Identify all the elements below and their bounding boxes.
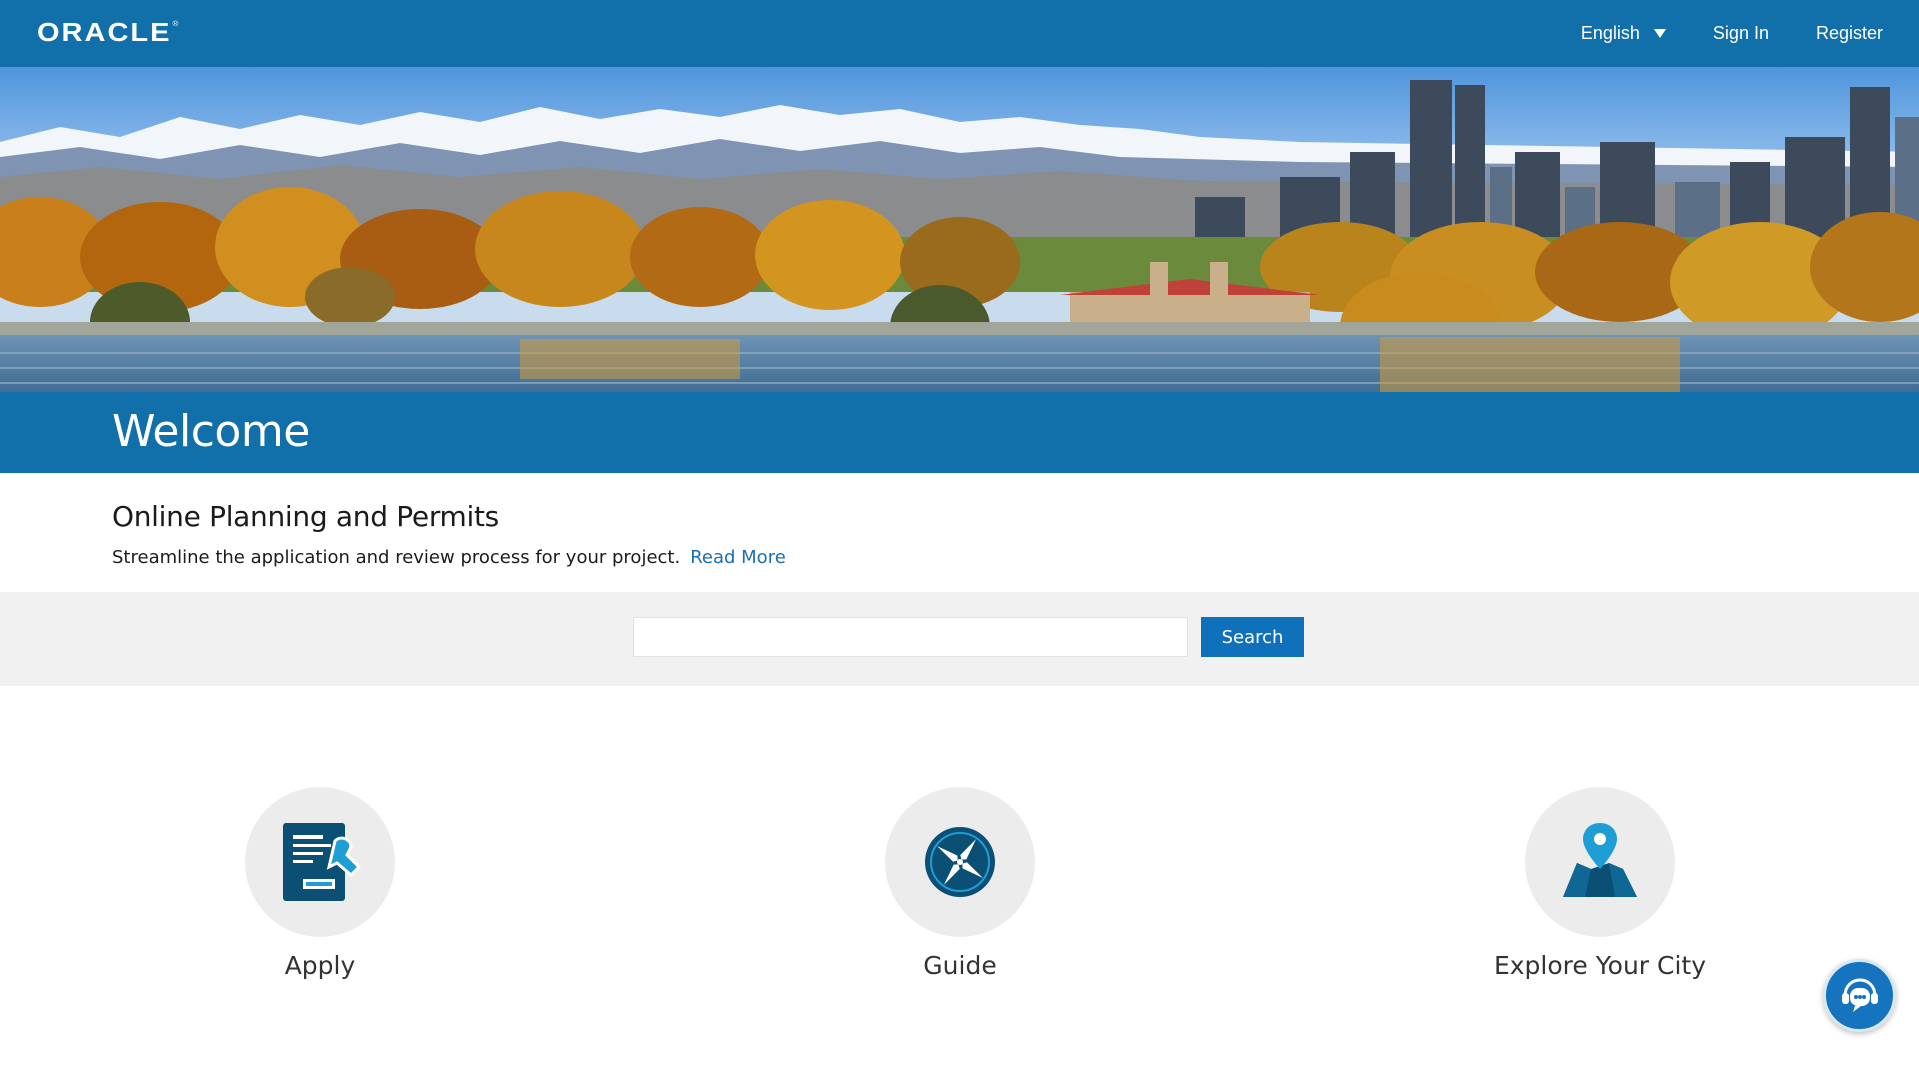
apply-tile[interactable]: Apply: [190, 787, 450, 980]
top-navigation-bar: ORACLE® English Sign In Register: [0, 0, 1919, 67]
explore-city-tile[interactable]: Explore Your City: [1470, 787, 1730, 980]
city-lake-landscape-image: [0, 67, 1919, 392]
welcome-banner: Welcome: [0, 392, 1919, 473]
oracle-logo[interactable]: ORACLE®: [37, 20, 180, 46]
language-selector[interactable]: English: [1581, 23, 1666, 44]
explore-icon-circle: [1525, 787, 1675, 937]
map-pin-icon: [1563, 823, 1637, 897]
caret-down-icon: [1653, 29, 1666, 38]
language-label: English: [1580, 23, 1640, 43]
read-more-link[interactable]: Read More: [690, 547, 786, 568]
intro-description: Streamline the application and review pr…: [112, 547, 1812, 568]
apply-label: Apply: [284, 951, 356, 980]
top-nav-links: English Sign In Register: [1581, 23, 1883, 44]
explore-city-label: Explore Your City: [1493, 951, 1707, 980]
guide-tile[interactable]: Guide: [830, 787, 1090, 980]
logo-text: ORACLE: [37, 18, 172, 48]
logo-trademark: ®: [172, 19, 181, 28]
intro-heading: Online Planning and Permits: [112, 500, 499, 533]
compass-icon: [925, 827, 995, 897]
search-button[interactable]: Search: [1201, 617, 1304, 657]
search-input[interactable]: [633, 617, 1188, 657]
apply-icon-circle: [245, 787, 395, 937]
register-link[interactable]: Register: [1816, 23, 1883, 44]
intro-section: Online Planning and Permits Streamline t…: [112, 500, 1812, 568]
chat-assistant-button[interactable]: [1823, 959, 1896, 1032]
guide-label: Guide: [923, 951, 997, 980]
welcome-title: Welcome: [112, 406, 310, 457]
guide-icon-circle: [885, 787, 1035, 937]
application-form-icon: [283, 823, 362, 901]
search-section: Search: [0, 592, 1919, 686]
sign-in-link[interactable]: Sign In: [1713, 23, 1769, 44]
hero-banner: [0, 67, 1919, 392]
intro-description-text: Streamline the application and review pr…: [112, 547, 681, 568]
chat-assistant-icon: [1841, 977, 1878, 1012]
